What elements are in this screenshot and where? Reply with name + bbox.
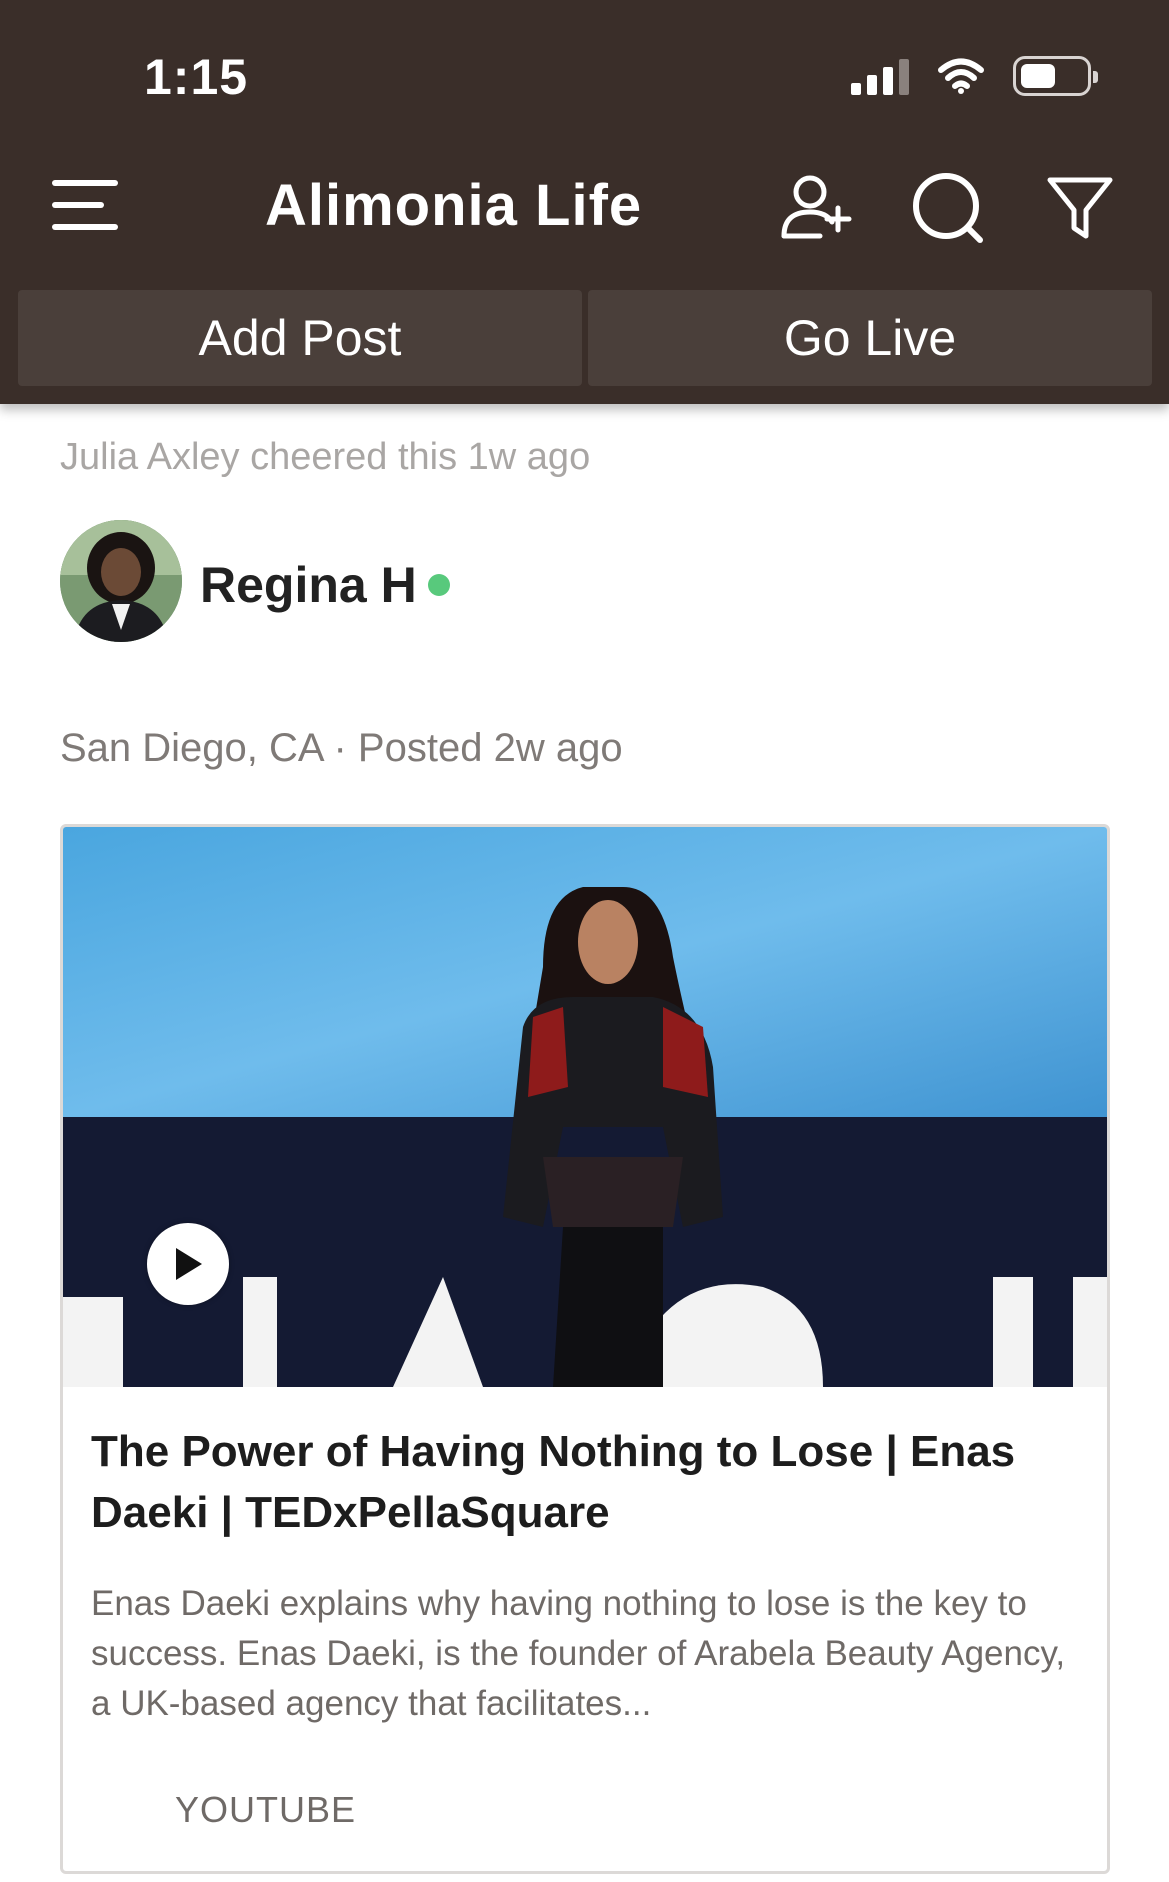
wifi-icon [938, 58, 984, 94]
link-description: Enas Daeki explains why having nothing t… [91, 1584, 1066, 1723]
status-time: 1:15 [144, 49, 249, 105]
search-icon[interactable] [908, 168, 988, 248]
link-source: YOUTUBE [175, 1789, 357, 1830]
go-live-button[interactable]: Go Live [588, 290, 1152, 386]
online-status-indicator [428, 574, 450, 596]
play-icon[interactable] [147, 1223, 229, 1305]
action-bar: Add Post Go Live [18, 290, 1152, 386]
video-thumbnail[interactable] [63, 827, 1107, 1387]
avatar[interactable] [60, 520, 182, 642]
app-header: 1:15 Alimonia Life Add Post Go Live [0, 0, 1169, 404]
author-name[interactable]: Regina H [200, 556, 417, 614]
activity-line: Julia Axley cheered this 1w ago [60, 436, 591, 478]
battery-icon [1013, 56, 1098, 96]
status-icons [851, 56, 1098, 96]
app-title: Alimonia Life [265, 173, 643, 238]
add-friend-icon[interactable] [776, 168, 856, 248]
link-preview-card[interactable]: The Power of Having Nothing to Lose | En… [60, 824, 1110, 1874]
post-meta: San Diego, CA · Posted 2w ago [60, 726, 623, 770]
cellular-signal-icon [851, 57, 909, 95]
add-post-button[interactable]: Add Post [18, 290, 582, 386]
hamburger-menu-icon[interactable] [52, 180, 118, 230]
link-title[interactable]: The Power of Having Nothing to Lose | En… [91, 1421, 1081, 1543]
filter-icon[interactable] [1040, 168, 1120, 248]
